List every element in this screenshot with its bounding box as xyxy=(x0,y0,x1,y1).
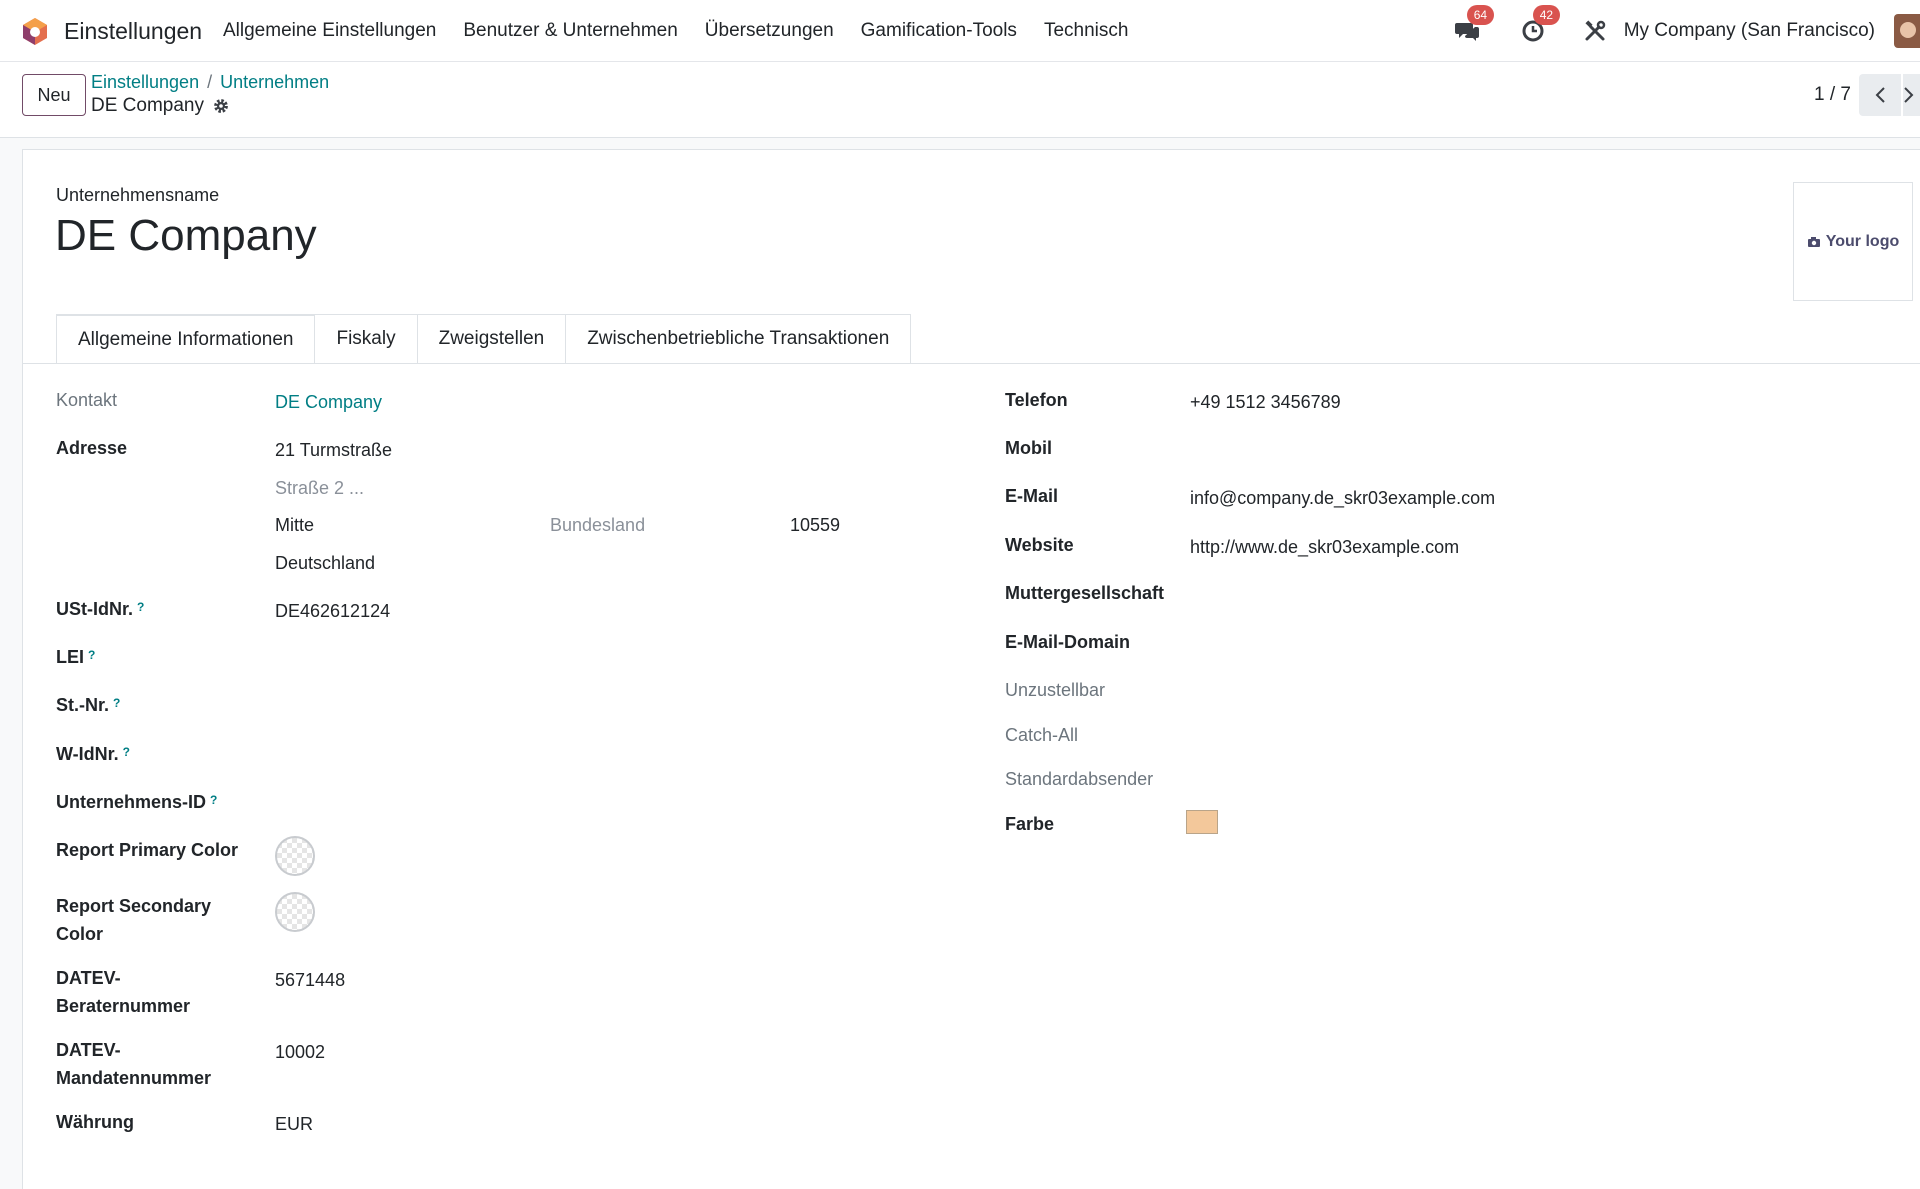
company-name-field[interactable]: DE Company xyxy=(55,211,317,261)
gear-icon[interactable] xyxy=(213,98,229,114)
tools-icon xyxy=(1585,20,1605,41)
country-field[interactable]: Deutschland xyxy=(275,549,375,577)
menu-item-users-companies[interactable]: Benutzer & Unternehmen xyxy=(463,20,677,42)
datev-client-label: DATEV-Mandatennummer xyxy=(56,1040,212,1088)
menu-item-general-settings[interactable]: Allgemeine Einstellungen xyxy=(223,20,436,42)
breadcrumb-separator: / xyxy=(207,72,213,92)
company-id-help[interactable]: ? xyxy=(210,793,217,807)
vat-help[interactable]: ? xyxy=(137,600,144,614)
tab-divider xyxy=(23,363,1920,364)
company-switcher[interactable]: My Company (San Francisco) xyxy=(1624,20,1875,42)
vat-label: USt-IdNr.? xyxy=(56,595,144,623)
phone-label: Telefon xyxy=(1005,390,1068,410)
email-label: E-Mail xyxy=(1005,486,1059,506)
record-title: DE Company xyxy=(91,95,229,117)
w-id-label: W-IdNr.? xyxy=(56,740,130,768)
menu-item-technical[interactable]: Technisch xyxy=(1044,20,1129,42)
tax-number-label-text: St.-Nr. xyxy=(56,695,110,715)
tab-intercompany[interactable]: Zwischenbetriebliche Transaktionen xyxy=(566,314,912,364)
pager-value[interactable]: 1 / 7 xyxy=(1814,84,1851,106)
top-navbar: Einstellungen Allgemeine Einstellungen B… xyxy=(0,0,1920,62)
state-field[interactable]: Bundesland xyxy=(550,511,645,539)
datev-advisor-label: DATEV-Beraternummer xyxy=(56,968,191,1016)
primary-color-picker[interactable] xyxy=(275,836,315,876)
tab-branches[interactable]: Zweigstellen xyxy=(417,314,567,364)
datev-advisor-field[interactable]: 5671448 xyxy=(275,966,345,994)
secondary-color-picker[interactable] xyxy=(275,892,315,932)
w-id-help[interactable]: ? xyxy=(123,745,130,759)
color-label: Farbe xyxy=(1005,814,1055,834)
tab-fiskaly[interactable]: Fiskaly xyxy=(315,314,418,364)
activities-button[interactable]: 42 xyxy=(1517,5,1561,47)
breadcrumb-companies[interactable]: Unternehmen xyxy=(220,72,329,92)
color-picker[interactable] xyxy=(1186,810,1218,834)
app-title[interactable]: Einstellungen xyxy=(64,18,202,45)
currency-label: Währung xyxy=(56,1112,134,1132)
lei-label: LEI? xyxy=(56,643,95,671)
tax-number-label: St.-Nr.? xyxy=(56,691,120,719)
currency-field[interactable]: EUR xyxy=(275,1110,313,1138)
odoo-logo-icon[interactable] xyxy=(20,16,50,46)
default-from-label: Standardabsender xyxy=(1005,769,1154,789)
parent-company-label: Muttergesellschaft xyxy=(1005,583,1165,603)
systray: 64 42 My Company (San Francisco) xyxy=(1451,0,1920,62)
debug-tools-button[interactable] xyxy=(1579,15,1611,47)
street-field[interactable]: 21 Turmstraße xyxy=(275,436,392,464)
zip-field[interactable]: 10559 xyxy=(790,511,840,539)
email-domain-label: E-Mail-Domain xyxy=(1005,632,1131,652)
bounce-label: Unzustellbar xyxy=(1005,680,1106,700)
camera-icon xyxy=(1807,236,1820,247)
street2-field[interactable]: Straße 2 ... xyxy=(275,474,364,502)
datev-client-field[interactable]: 10002 xyxy=(275,1038,325,1066)
chevron-left-icon xyxy=(1875,87,1885,103)
menu-item-translations[interactable]: Übersetzungen xyxy=(705,20,834,42)
lei-help[interactable]: ? xyxy=(88,648,95,662)
vat-field[interactable]: DE462612124 xyxy=(275,597,390,625)
contact-label: Kontakt xyxy=(56,390,118,410)
website-label: Website xyxy=(1005,535,1074,555)
breadcrumb-settings[interactable]: Einstellungen xyxy=(91,72,199,92)
primary-color-label: Report Primary Color xyxy=(56,840,239,860)
control-panel: Neu Einstellungen / Unternehmen DE Company… xyxy=(0,62,1920,138)
form-tabs: Allgemeine Informationen Fiskaly Zweigst… xyxy=(56,314,912,364)
city-field[interactable]: Mitte xyxy=(275,511,314,539)
messages-badge: 64 xyxy=(1466,5,1495,25)
mobile-label: Mobil xyxy=(1005,438,1052,458)
messages-button[interactable]: 64 xyxy=(1451,5,1495,47)
logo-placeholder-text: Your logo xyxy=(1825,232,1900,250)
record-name: DE Company xyxy=(91,95,204,116)
w-id-label-text: W-IdNr. xyxy=(56,744,119,764)
website-field[interactable]: http://www.de_skr03example.com xyxy=(1190,533,1459,561)
form-sheet: Unternehmensname DE Company Your logo Al… xyxy=(22,149,1920,1189)
main-menu: Allgemeine Einstellungen Benutzer & Unte… xyxy=(223,20,1155,42)
pager-next-button[interactable] xyxy=(1903,74,1920,116)
address-label: Adresse xyxy=(56,438,128,458)
company-name-label: Unternehmensname xyxy=(56,185,220,205)
activities-badge: 42 xyxy=(1532,5,1561,25)
new-button[interactable]: Neu xyxy=(22,74,86,116)
vat-label-text: USt-IdNr. xyxy=(56,599,134,619)
phone-field[interactable]: +49 1512 3456789 xyxy=(1190,388,1341,416)
pager-previous-button[interactable] xyxy=(1859,74,1901,116)
secondary-color-label: Report Secondary Color xyxy=(56,896,212,944)
logo-upload[interactable]: Your logo xyxy=(1793,182,1913,301)
menu-item-gamification[interactable]: Gamification-Tools xyxy=(861,20,1017,42)
company-id-label-text: Unternehmens-ID xyxy=(56,792,207,812)
company-id-label: Unternehmens-ID? xyxy=(56,788,217,816)
email-field[interactable]: info@company.de_skr03example.com xyxy=(1190,484,1495,512)
tax-number-help[interactable]: ? xyxy=(113,696,120,710)
contact-value[interactable]: DE Company xyxy=(275,388,382,416)
breadcrumb: Einstellungen / Unternehmen xyxy=(91,72,329,93)
catchall-label: Catch-All xyxy=(1005,725,1079,745)
chevron-right-icon xyxy=(1904,87,1914,103)
avatar[interactable] xyxy=(1894,14,1920,48)
logo-placeholder: Your logo xyxy=(1807,233,1899,251)
tab-general-information[interactable]: Allgemeine Informationen xyxy=(56,314,316,364)
lei-label-text: LEI xyxy=(56,647,85,667)
